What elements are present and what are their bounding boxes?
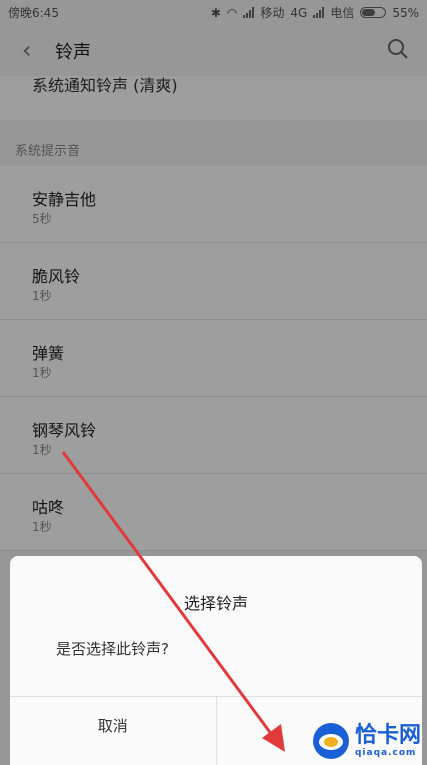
watermark-logo-icon — [312, 723, 349, 759]
watermark-url: qiaqa.com — [354, 747, 417, 758]
annotation-arrow-icon — [61, 451, 285, 752]
watermark: 恰卡网 qiaqa.com — [311, 721, 421, 761]
watermark-name: 恰卡网 — [354, 722, 421, 748]
